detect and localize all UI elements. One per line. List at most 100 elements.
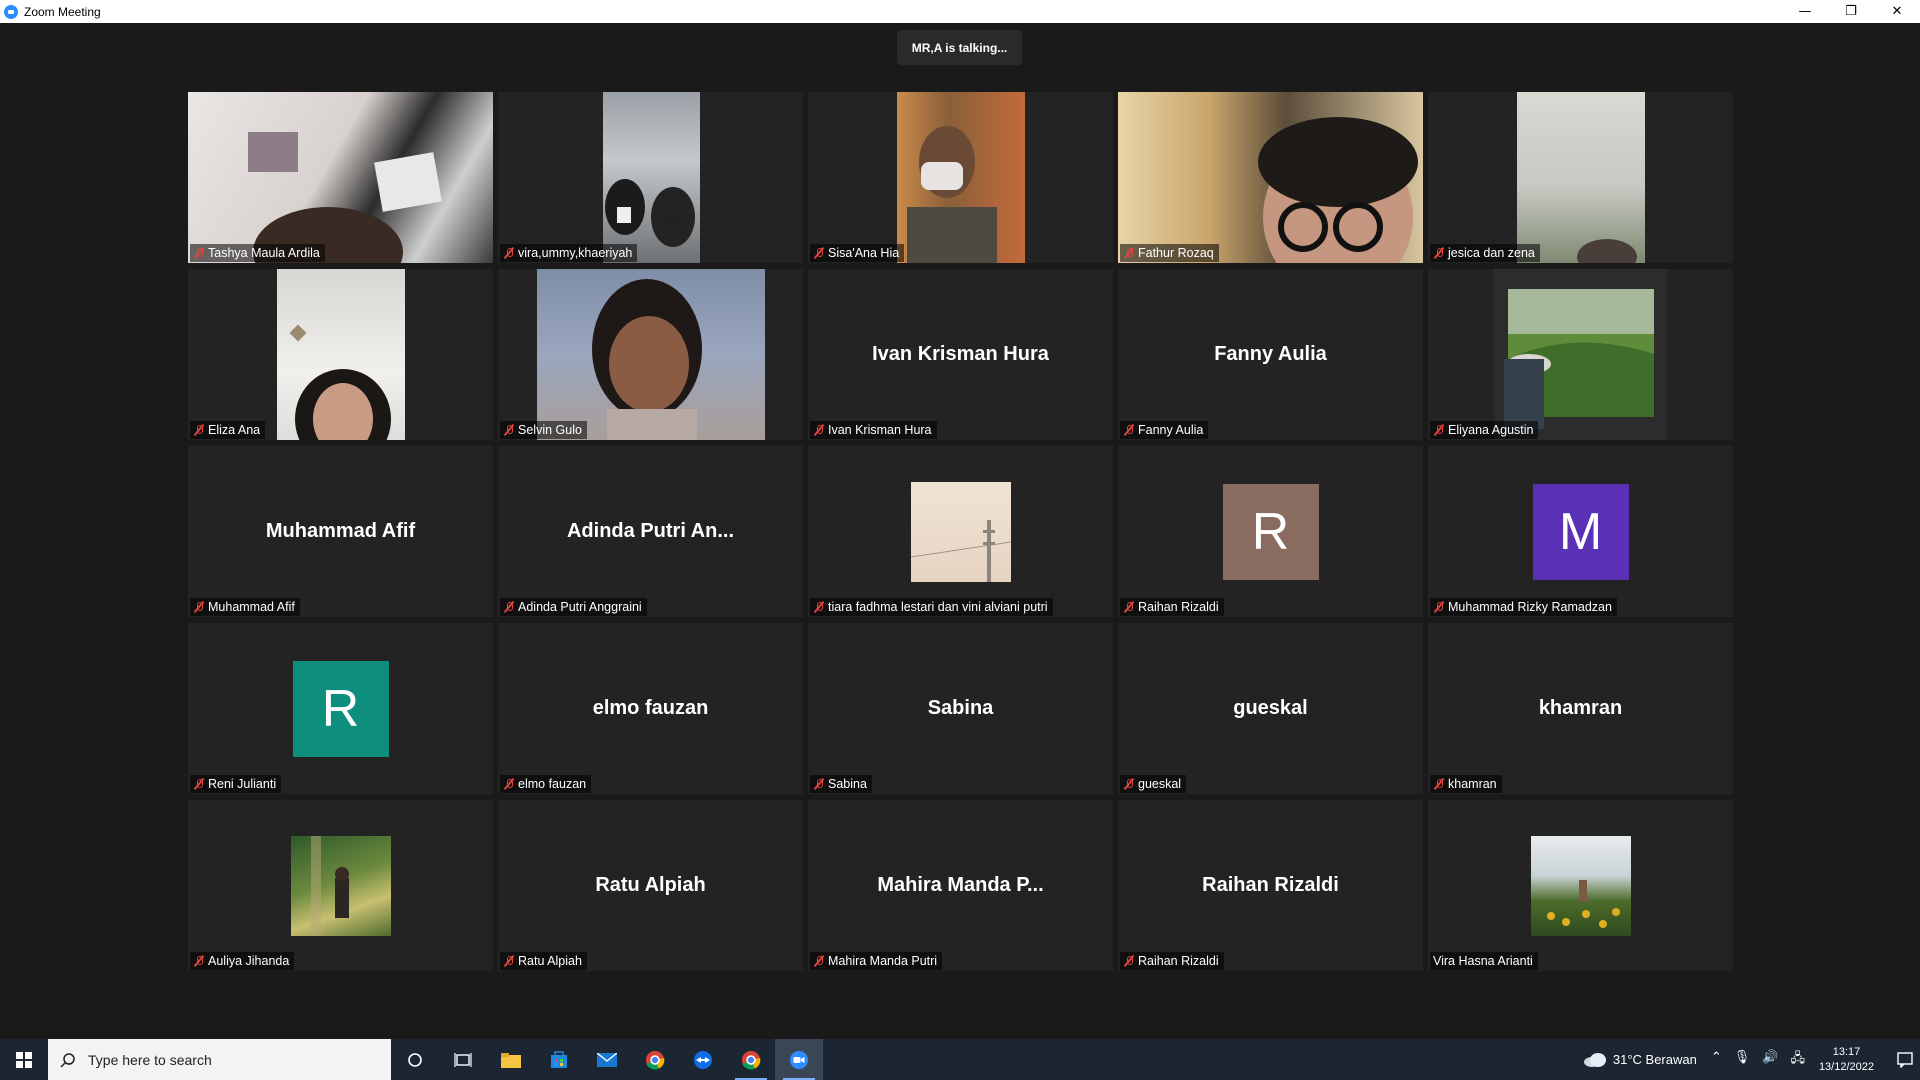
participant-tile[interactable]: Adinda Putri An... Adinda Putri Anggrain…: [498, 446, 803, 617]
participant-tile[interactable]: Muhammad Afif Muhammad Afif: [188, 446, 493, 617]
teamviewer-icon: [694, 1050, 712, 1069]
participant-tile[interactable]: Raihan Rizaldi Raihan Rizaldi: [1118, 800, 1423, 971]
zoom-icon: [790, 1050, 808, 1069]
system-icons: ⌃ 🎙 🔊 🖧: [1711, 1049, 1805, 1071]
participant-tile[interactable]: M Muhammad Rizky Ramadzan: [1428, 446, 1733, 617]
participant-tile[interactable]: Vira Hasna Arianti: [1428, 800, 1733, 971]
muted-mic-icon: [503, 778, 515, 790]
participant-video: [1118, 92, 1423, 263]
video-frame-graphic: [907, 126, 997, 263]
taskbar-clock[interactable]: 13:17 13/12/2022: [1819, 1045, 1874, 1075]
participant-tile[interactable]: Tashya Maula Ardila: [188, 92, 493, 263]
taskbar-search-box[interactable]: Type here to search: [48, 1039, 391, 1080]
participant-display-name: Ratu Alpiah: [595, 874, 706, 896]
task-view-button[interactable]: [439, 1039, 487, 1080]
participant-name: tiara fadhma lestari dan vini alviani pu…: [828, 600, 1048, 614]
volume-icon[interactable]: 🔊: [1762, 1049, 1778, 1071]
video-frame-graphic: [1258, 117, 1418, 263]
video-frame-graphic: [605, 179, 695, 247]
participant-tile[interactable]: Sisa'Ana Hia: [808, 92, 1113, 263]
windows-logo-icon: [16, 1051, 32, 1068]
profile-photo-graphic: [910, 519, 1011, 582]
participant-tile[interactable]: Mahira Manda P... Mahira Manda Putri: [808, 800, 1113, 971]
participant-tile[interactable]: khamran khamran: [1428, 623, 1733, 794]
active-speaker-indicator: MR,A is talking...: [897, 30, 1022, 65]
participant-tile[interactable]: gueskal gueskal: [1118, 623, 1423, 794]
participant-tile[interactable]: Eliyana Agustin: [1428, 269, 1733, 440]
search-placeholder: Type here to search: [88, 1051, 212, 1068]
restore-button[interactable]: ❐: [1828, 0, 1874, 23]
participant-nameplate: Reni Julianti: [190, 775, 282, 793]
muted-mic-icon: [1123, 601, 1135, 613]
participant-name: Sisa'Ana Hia: [828, 246, 900, 260]
participant-display-name: gueskal: [1233, 697, 1308, 719]
participant-nameplate: Ratu Alpiah: [500, 952, 587, 970]
network-icon[interactable]: 🖧: [1790, 1049, 1805, 1071]
task-view-icon: [454, 1052, 472, 1067]
mail-icon: [597, 1052, 617, 1067]
participant-tile[interactable]: Selvin Gulo: [498, 269, 803, 440]
weather-widget[interactable]: 31°C Berawan: [1583, 1052, 1697, 1068]
taskbar-microsoft-store[interactable]: [535, 1039, 583, 1080]
participant-display-name: khamran: [1538, 697, 1623, 719]
notification-center-button[interactable]: [1890, 1039, 1920, 1080]
cortana-icon: [408, 1052, 422, 1067]
taskbar-zoom[interactable]: [775, 1039, 823, 1080]
participant-tile[interactable]: Auliya Jihanda: [188, 800, 493, 971]
video-frame-graphic: [248, 132, 442, 263]
participant-nameplate: jesica dan zena: [1430, 244, 1540, 262]
participant-name: Tashya Maula Ardila: [208, 246, 320, 260]
muted-mic-icon: [813, 424, 825, 436]
participant-tile[interactable]: Ivan Krisman Hura Ivan Krisman Hura: [808, 269, 1113, 440]
participant-name: Muhammad Rizky Ramadzan: [1448, 600, 1612, 614]
cortana-button[interactable]: [391, 1039, 439, 1080]
minimize-button[interactable]: —: [1782, 0, 1828, 23]
taskbar-file-explorer[interactable]: [487, 1039, 535, 1080]
taskbar-teamviewer[interactable]: [679, 1039, 727, 1080]
start-button[interactable]: [0, 1039, 48, 1080]
zoom-app-icon: [4, 4, 18, 19]
weather-text: 31°C Berawan: [1612, 1052, 1697, 1067]
system-tray: 31°C Berawan ⌃ 🎙 🔊 🖧 13:17 13/12/2022: [1583, 1039, 1920, 1080]
participant-nameplate: elmo fauzan: [500, 775, 592, 793]
chrome-icon: [646, 1050, 665, 1070]
taskbar-mail[interactable]: [583, 1039, 631, 1080]
participant-nameplate: Fathur Rozaq: [1120, 244, 1219, 262]
participant-nameplate: Fanny Aulia: [1120, 421, 1209, 439]
participant-video: [897, 92, 1025, 263]
participant-tile[interactable]: R Raihan Rizaldi: [1118, 446, 1423, 617]
participant-name: Eliyana Agustin: [1448, 423, 1534, 437]
taskbar-chrome-profile[interactable]: [727, 1039, 775, 1080]
search-icon: [60, 1052, 75, 1068]
participant-name: Sabina: [828, 777, 867, 791]
taskbar-chrome[interactable]: [631, 1039, 679, 1080]
participant-display-name: elmo fauzan: [592, 697, 709, 719]
participant-display-name: Raihan Rizaldi: [1202, 874, 1339, 896]
microphone-icon[interactable]: 🎙: [1734, 1049, 1751, 1071]
participant-nameplate: Ivan Krisman Hura: [810, 421, 937, 439]
participant-tile[interactable]: tiara fadhma lestari dan vini alviani pu…: [808, 446, 1113, 617]
close-button[interactable]: ✕: [1874, 0, 1920, 23]
profile-photo: [910, 481, 1011, 582]
muted-mic-icon: [1433, 778, 1445, 790]
participant-tile[interactable]: jesica dan zena: [1428, 92, 1733, 263]
muted-mic-icon: [193, 424, 205, 436]
participant-nameplate: Vira Hasna Arianti: [1430, 952, 1538, 970]
participant-name: Muhammad Afif: [208, 600, 295, 614]
participant-nameplate: Eliza Ana: [190, 421, 266, 439]
participant-tile[interactable]: Eliza Ana: [188, 269, 493, 440]
muted-mic-icon: [813, 247, 825, 259]
participant-display-name: Muhammad Afif: [265, 520, 416, 542]
chevron-up-icon[interactable]: ⌃: [1711, 1049, 1722, 1071]
meeting-stage: MR,A is talking... Tashya Maula Ardila v…: [0, 23, 1920, 1039]
participant-tile[interactable]: R Reni Julianti: [188, 623, 493, 794]
participant-nameplate: khamran: [1430, 775, 1502, 793]
participant-tile[interactable]: vira,ummy,khaeriyah: [498, 92, 803, 263]
participant-tile[interactable]: Sabina Sabina: [808, 623, 1113, 794]
participant-tile[interactable]: Fanny Aulia Fanny Aulia: [1118, 269, 1423, 440]
participant-tile[interactable]: Ratu Alpiah Ratu Alpiah: [498, 800, 803, 971]
participant-tile[interactable]: elmo fauzan elmo fauzan: [498, 623, 803, 794]
participant-tile[interactable]: Fathur Rozaq: [1118, 92, 1423, 263]
participant-nameplate: tiara fadhma lestari dan vini alviani pu…: [810, 598, 1053, 616]
clock-time: 13:17: [1832, 1045, 1861, 1058]
